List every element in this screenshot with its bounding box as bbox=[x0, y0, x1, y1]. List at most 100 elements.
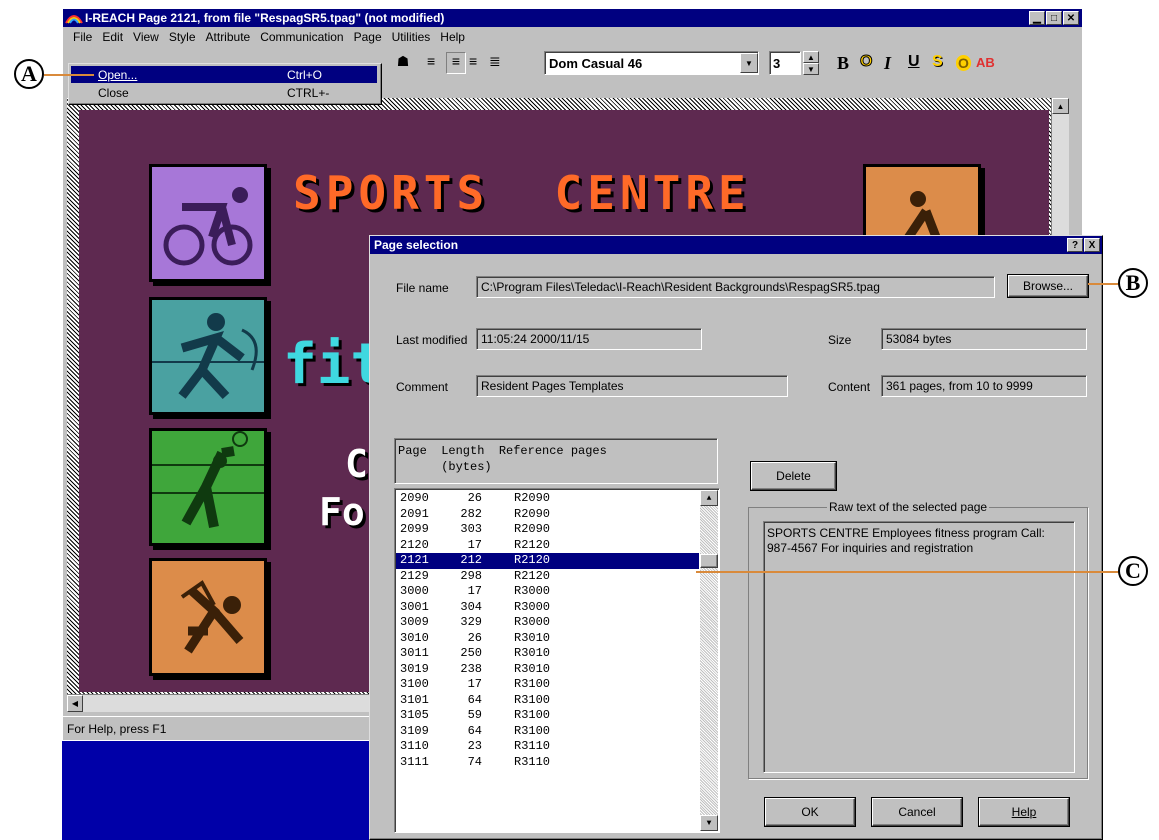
row-length: 74 bbox=[467, 754, 482, 769]
close-shortcut: CTRL+- bbox=[287, 85, 330, 100]
align-right-icon[interactable]: ≡ bbox=[469, 53, 487, 73]
headline: SPORTS CENTRE bbox=[293, 166, 751, 220]
scroll-up-icon[interactable]: ▲ bbox=[1052, 98, 1069, 114]
table-row[interactable]: 2091 282 R2090 bbox=[396, 507, 699, 523]
menu-style[interactable]: Style bbox=[169, 30, 196, 44]
table-row[interactable]: 3109 64 R3100 bbox=[396, 724, 699, 740]
row-ref: R3110 bbox=[514, 739, 551, 753]
table-row[interactable]: 2090 26 R2090 bbox=[396, 491, 699, 507]
callout-a-line bbox=[44, 74, 94, 76]
maximize-button[interactable]: □ bbox=[1046, 11, 1062, 25]
bold-button[interactable]: B bbox=[837, 53, 849, 74]
help-button[interactable]: Help bbox=[979, 798, 1069, 826]
row-length: 304 bbox=[460, 599, 482, 614]
row-ref: R3010 bbox=[514, 661, 551, 676]
raw-text-label: Raw text of the selected page bbox=[827, 500, 990, 514]
color-ab-button[interactable]: AB bbox=[976, 55, 995, 70]
dialog-title: Page selection bbox=[374, 238, 459, 252]
file-menu-dropdown: Open... Ctrl+O Close CTRL+- bbox=[68, 63, 382, 105]
callout-c: C bbox=[1118, 556, 1148, 586]
hat-tool-icon[interactable]: ☗ bbox=[393, 53, 413, 73]
table-row[interactable]: 2121 212 R2120 bbox=[396, 553, 699, 569]
dialog-help-icon[interactable]: ? bbox=[1067, 238, 1083, 252]
close-label: Close bbox=[98, 85, 129, 100]
browse-button[interactable]: Browse... bbox=[1008, 275, 1088, 297]
last-modified-field: 11:05:24 2000/11/15 bbox=[476, 328, 702, 350]
font-size-field[interactable]: 3 bbox=[769, 51, 801, 75]
table-row[interactable]: 3019 238 R3010 bbox=[396, 662, 699, 678]
table-row[interactable]: 3110 23 R3110 bbox=[396, 739, 699, 755]
menu-bar: File Edit View Style Attribute Communica… bbox=[63, 27, 1082, 47]
main-title-bar: I-REACH Page 2121, from file "RespagSR5.… bbox=[63, 9, 1082, 27]
page-list-header: Page Length Reference pages (bytes) bbox=[394, 438, 718, 484]
row-page: 2129 bbox=[400, 568, 429, 583]
row-ref: R2120 bbox=[514, 553, 551, 567]
table-row[interactable]: 3100 17 R3100 bbox=[396, 677, 699, 693]
row-ref: R2090 bbox=[514, 506, 551, 521]
page-list-scrollbar[interactable]: ▲ ▼ bbox=[700, 490, 718, 831]
outline-button[interactable]: O bbox=[859, 53, 872, 71]
row-ref: R3100 bbox=[514, 677, 551, 691]
spinner-down-icon[interactable]: ▼ bbox=[803, 63, 819, 75]
minimize-button[interactable]: ▁ bbox=[1029, 11, 1045, 25]
table-row[interactable]: 3009 329 R3000 bbox=[396, 615, 699, 631]
list-scroll-down-icon[interactable]: ▼ bbox=[700, 815, 718, 831]
fo-text: Fo bbox=[319, 490, 365, 534]
table-row[interactable]: 3011 250 R3010 bbox=[396, 646, 699, 662]
menu-item-close[interactable]: Close CTRL+- bbox=[71, 84, 377, 101]
menu-utilities[interactable]: Utilities bbox=[392, 30, 431, 44]
size-field: 53084 bytes bbox=[881, 328, 1087, 350]
ok-button[interactable]: OK bbox=[765, 798, 855, 826]
row-length: 64 bbox=[467, 723, 482, 738]
font-name-select[interactable]: Dom Casual 46 ▼ bbox=[544, 51, 759, 75]
table-row[interactable]: 3001 304 R3000 bbox=[396, 600, 699, 616]
page-list-rows: 2090 26 R2090 2091 282 R2090 2099 303 R2090 2120 1… bbox=[396, 491, 699, 770]
underline-button[interactable]: U bbox=[908, 53, 920, 71]
justify-icon[interactable]: ≣ bbox=[489, 53, 507, 73]
menu-view[interactable]: View bbox=[133, 30, 159, 44]
align-center-icon[interactable]: ≡ bbox=[446, 52, 466, 74]
row-page: 3010 bbox=[400, 630, 429, 645]
row-ref: R3000 bbox=[514, 584, 551, 598]
table-row[interactable]: 3000 17 R3000 bbox=[396, 584, 699, 600]
menu-file[interactable]: File bbox=[73, 30, 92, 44]
menu-edit[interactable]: Edit bbox=[102, 30, 123, 44]
table-row[interactable]: 3010 26 R3010 bbox=[396, 631, 699, 647]
table-row[interactable]: 2120 17 R2120 bbox=[396, 538, 699, 554]
cancel-button[interactable]: Cancel bbox=[872, 798, 962, 826]
align-left-icon[interactable]: ≡ bbox=[427, 53, 445, 73]
table-row[interactable]: 2129 298 R2120 bbox=[396, 569, 699, 585]
page-list[interactable]: 2090 26 R2090 2091 282 R2090 2099 303 R2090 2120 1… bbox=[394, 488, 720, 833]
menu-communication[interactable]: Communication bbox=[260, 30, 343, 44]
table-row[interactable]: 2099 303 R2090 bbox=[396, 522, 699, 538]
menu-help[interactable]: Help bbox=[440, 30, 465, 44]
handball-tile bbox=[149, 558, 267, 676]
menu-attribute[interactable]: Attribute bbox=[206, 30, 251, 44]
outline-yellow-button[interactable]: O bbox=[956, 55, 971, 71]
row-page: 2090 bbox=[400, 491, 429, 505]
scroll-left-icon[interactable]: ◀ bbox=[67, 695, 83, 712]
italic-button[interactable]: I bbox=[884, 53, 891, 74]
row-page: 3011 bbox=[400, 646, 429, 660]
table-row[interactable]: 3105 59 R3100 bbox=[396, 708, 699, 724]
dialog-title-bar: Page selection ? X bbox=[370, 236, 1102, 254]
running-icon bbox=[152, 313, 264, 400]
list-scroll-thumb[interactable] bbox=[700, 554, 718, 568]
dialog-close-icon[interactable]: X bbox=[1084, 238, 1100, 252]
list-scroll-up-icon[interactable]: ▲ bbox=[700, 490, 718, 506]
delete-button[interactable]: Delete bbox=[751, 462, 836, 490]
font-dropdown-arrow-icon[interactable]: ▼ bbox=[740, 53, 758, 73]
row-page: 3110 bbox=[400, 739, 429, 753]
font-size-spinner[interactable]: ▲ ▼ bbox=[803, 51, 819, 75]
close-button[interactable]: ✕ bbox=[1063, 11, 1079, 25]
spinner-up-icon[interactable]: ▲ bbox=[803, 51, 819, 63]
menu-item-open[interactable]: Open... Ctrl+O bbox=[71, 66, 377, 83]
shadow-button[interactable]: S bbox=[932, 53, 943, 71]
row-ref: R2120 bbox=[514, 537, 551, 552]
volleyball-icon bbox=[152, 431, 264, 528]
table-row[interactable]: 3101 64 R3100 bbox=[396, 693, 699, 709]
table-row[interactable]: 3111 74 R3110 bbox=[396, 755, 699, 771]
row-page: 3101 bbox=[400, 692, 429, 707]
row-page: 2099 bbox=[400, 522, 429, 536]
menu-page[interactable]: Page bbox=[354, 30, 382, 44]
